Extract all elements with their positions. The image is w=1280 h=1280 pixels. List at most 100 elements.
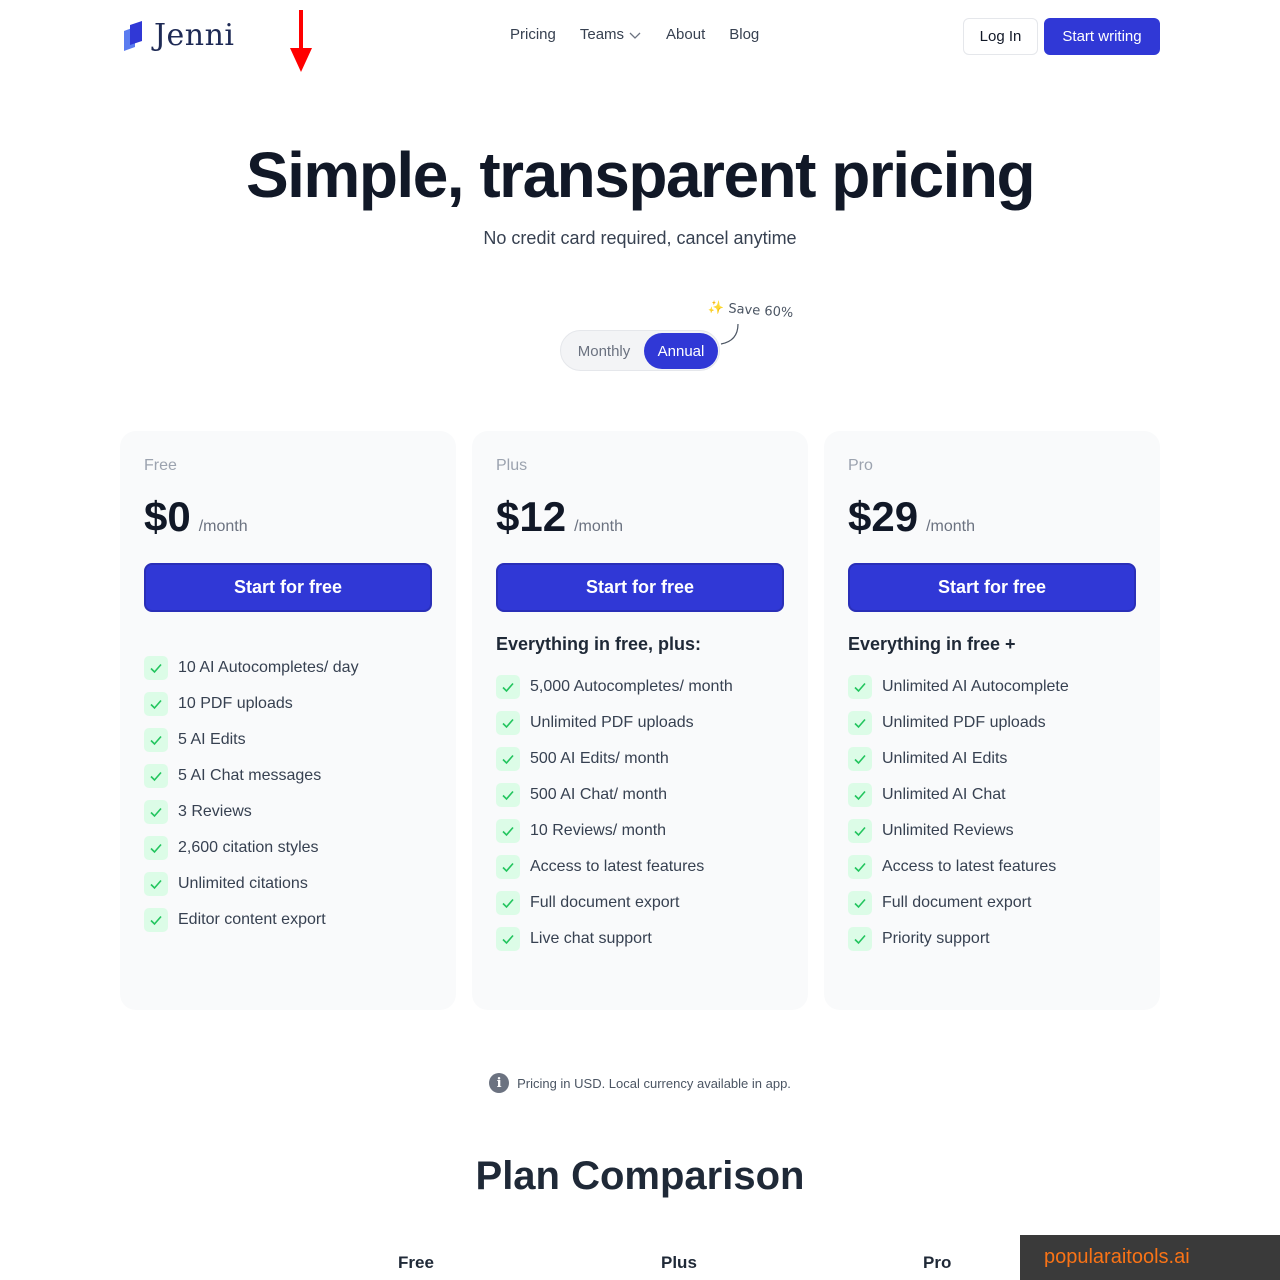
check-icon (848, 675, 872, 699)
feature-text: Unlimited AI Chat (882, 786, 1006, 803)
plan-card-plus: Plus $12/month Start for free Everything in… (472, 431, 808, 1010)
price-row: $29/month (848, 493, 1136, 541)
check-icon (848, 783, 872, 807)
feature-text: Access to latest features (882, 858, 1057, 875)
pricing-note-text: Pricing in USD. Local currency available… (517, 1075, 791, 1091)
check-icon (144, 908, 168, 932)
nav-teams[interactable]: Teams (580, 26, 642, 43)
jenni-logo-icon (124, 20, 142, 51)
login-button[interactable]: Log In (963, 18, 1038, 55)
pricing-note: i Pricing in USD. Local currency availab… (0, 1073, 1280, 1093)
check-icon (496, 891, 520, 915)
plan-subheading: Everything in free + (848, 634, 1016, 654)
check-icon (144, 872, 168, 896)
start-for-free-button[interactable]: Start for free (496, 563, 784, 612)
check-icon (848, 855, 872, 879)
check-icon (144, 656, 168, 680)
feature-text: 5 AI Chat messages (178, 767, 322, 784)
plan-card-free: Free $0/month Start for free 10 AI Autocomp… (120, 431, 456, 1010)
feature-item: 10 AI Autocompletes/ day (144, 650, 432, 686)
feature-text: Unlimited citations (178, 875, 308, 892)
feature-item: 5 AI Edits (144, 722, 432, 758)
billing-toggle[interactable]: Monthly Annual (560, 330, 720, 371)
info-icon: i (489, 1073, 510, 1093)
feature-text: 3 Reviews (178, 803, 252, 820)
check-icon (144, 800, 168, 824)
feature-text: Live chat support (530, 930, 652, 947)
site-header: Jenni Pricing Teams About Blog Log In St… (0, 0, 1280, 74)
feature-item: Unlimited Reviews (848, 813, 1136, 849)
start-for-free-button[interactable]: Start for free (144, 563, 432, 612)
toggle-monthly[interactable]: Monthly (565, 334, 643, 368)
main-nav: Pricing Teams About Blog (510, 26, 759, 43)
feature-item: Unlimited AI Chat (848, 777, 1136, 813)
feature-item: Unlimited citations (144, 866, 432, 902)
watermark: popularaitools.ai (1020, 1235, 1280, 1280)
check-icon (848, 927, 872, 951)
feature-item: Access to latest features (848, 849, 1136, 885)
feature-item: 10 Reviews/ month (496, 813, 784, 849)
feature-text: 10 AI Autocompletes/ day (178, 659, 359, 676)
feature-text: Priority support (882, 930, 990, 947)
plan-name: Free (144, 457, 177, 474)
curved-arrow-icon (720, 323, 739, 345)
feature-item: 5,000 Autocompletes/ month (496, 669, 784, 705)
feature-item: 500 AI Chat/ month (496, 777, 784, 813)
check-icon (496, 783, 520, 807)
plan-price: $12 (496, 493, 567, 540)
feature-text: 5 AI Edits (178, 731, 246, 748)
plan-name: Plus (496, 457, 528, 474)
red-arrow-annotation (290, 10, 312, 72)
plan-period: /month (574, 518, 623, 535)
toggle-annual[interactable]: Annual (644, 333, 718, 369)
plan-card-pro: Pro $29/month Start for free Everything in … (824, 431, 1160, 1010)
comparison-col-pro: Pro (923, 1253, 952, 1272)
feature-text: 5,000 Autocompletes/ month (530, 678, 733, 695)
check-icon (848, 891, 872, 915)
feature-item: Unlimited AI Edits (848, 741, 1136, 777)
check-icon (496, 855, 520, 879)
comparison-col-plus: Plus (661, 1253, 697, 1272)
plan-period: /month (198, 518, 248, 535)
nav-pricing-label: Pricing (510, 26, 556, 43)
plan-price: $29 (848, 493, 919, 540)
feature-text: 500 AI Chat/ month (530, 786, 667, 803)
feature-item: Full document export (496, 885, 784, 921)
feature-text: Full document export (882, 894, 1032, 911)
comparison-title: Plan Comparison (475, 1154, 805, 1198)
nav-about[interactable]: About (666, 26, 705, 43)
check-icon (144, 764, 168, 788)
start-writing-button[interactable]: Start writing (1044, 18, 1160, 55)
check-icon (496, 819, 520, 843)
feature-list: 10 AI Autocompletes/ day 10 PDF uploads 5 … (144, 650, 432, 938)
check-icon (496, 927, 520, 951)
feature-list: 5,000 Autocompletes/ month Unlimited PDF … (496, 669, 784, 957)
feature-item: 500 AI Edits/ month (496, 741, 784, 777)
save-badge: ✨ Save 60% (707, 300, 794, 321)
start-for-free-button[interactable]: Start for free (848, 563, 1136, 612)
nav-blog-label: Blog (729, 26, 760, 43)
check-icon (496, 675, 520, 699)
feature-text: Unlimited PDF uploads (882, 714, 1046, 731)
feature-text: 500 AI Edits/ month (530, 750, 669, 767)
feature-text: 2,600 citation styles (178, 839, 319, 856)
logo-text: Jenni (154, 18, 235, 53)
feature-text: Editor content export (178, 911, 326, 928)
logo[interactable]: Jenni (120, 18, 235, 53)
feature-item: 5 AI Chat messages (144, 758, 432, 794)
nav-pricing[interactable]: Pricing (510, 26, 556, 43)
feature-text: Unlimited Reviews (882, 822, 1014, 839)
check-icon (848, 711, 872, 735)
feature-item: 10 PDF uploads (144, 686, 432, 722)
feature-item: 3 Reviews (144, 794, 432, 830)
chevron-down-icon (629, 32, 641, 39)
price-row: $0/month (144, 493, 432, 541)
feature-item: Full document export (848, 885, 1136, 921)
check-icon (144, 836, 168, 860)
feature-item: Unlimited PDF uploads (848, 705, 1136, 741)
check-icon (496, 711, 520, 735)
plan-period: /month (926, 518, 975, 535)
feature-item: Access to latest features (496, 849, 784, 885)
page-title: Simple, transparent pricing (245, 139, 1036, 211)
nav-blog[interactable]: Blog (729, 26, 759, 43)
